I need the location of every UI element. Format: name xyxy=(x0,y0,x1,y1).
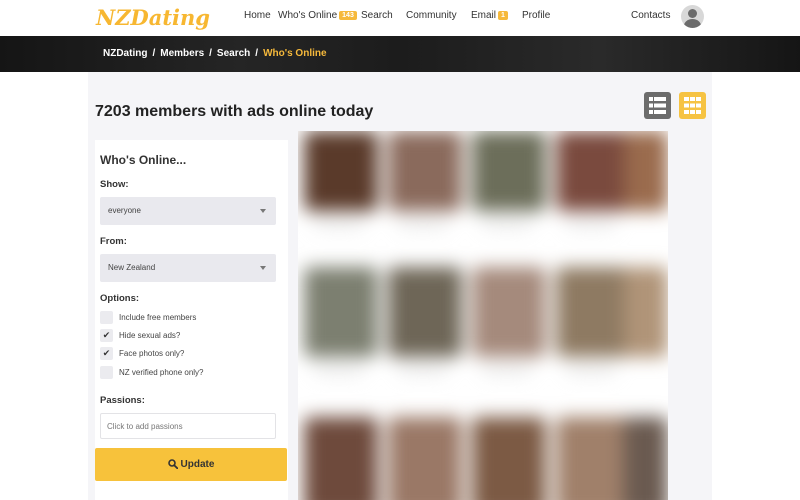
breadcrumb-item[interactable]: Members xyxy=(160,48,204,59)
member-photo[interactable] xyxy=(304,267,378,357)
member-photo[interactable] xyxy=(624,131,668,211)
checkbox-checked[interactable]: ✔ xyxy=(100,347,113,360)
member-photo[interactable] xyxy=(304,131,378,211)
checkbox[interactable] xyxy=(100,311,113,324)
update-button-label: Update xyxy=(180,459,215,470)
checkbox-checked[interactable]: ✔ xyxy=(100,329,113,342)
nav-email[interactable]: Email 1 xyxy=(471,10,508,21)
search-icon xyxy=(167,459,178,470)
member-photo[interactable] xyxy=(556,131,630,211)
member-photo[interactable] xyxy=(388,267,462,357)
member-results-grid xyxy=(298,131,668,500)
option-face-photos-only[interactable]: ✔ Face photos only? xyxy=(100,347,280,362)
member-photo[interactable] xyxy=(624,417,668,500)
breadcrumb-current: Who's Online xyxy=(263,48,327,59)
nav-whos-online[interactable]: Who's Online 143 xyxy=(278,10,357,21)
option-include-free-members[interactable]: Include free members xyxy=(100,311,280,326)
option-label: Face photos only? xyxy=(119,349,185,358)
member-photo[interactable] xyxy=(624,267,668,357)
nav-community[interactable]: Community xyxy=(406,10,457,21)
show-select-value: everyone xyxy=(108,206,141,215)
site-logo[interactable]: NZDating xyxy=(96,5,210,30)
user-avatar-icon[interactable] xyxy=(681,5,704,28)
option-nz-verified-phone[interactable]: NZ verified phone only? xyxy=(100,366,280,381)
nav-profile[interactable]: Profile xyxy=(522,10,550,21)
options-label: Options: xyxy=(100,293,140,304)
passions-input[interactable] xyxy=(101,414,275,438)
grid-view-button[interactable] xyxy=(679,92,706,119)
option-label: Hide sexual ads? xyxy=(119,331,181,340)
checkbox[interactable] xyxy=(100,366,113,379)
member-photo[interactable] xyxy=(472,131,546,211)
option-label: Include free members xyxy=(119,313,197,322)
breadcrumb-item[interactable]: Search xyxy=(217,48,250,59)
top-navbar: NZDating Home Who's Online 143 Search Com… xyxy=(0,0,800,36)
member-photo[interactable] xyxy=(388,417,462,500)
breadcrumb-item[interactable]: NZDating xyxy=(103,48,147,59)
nav-home[interactable]: Home xyxy=(244,10,271,21)
chevron-down-icon xyxy=(260,209,266,213)
from-select[interactable]: New Zealand xyxy=(100,254,276,282)
passions-field-wrapper xyxy=(100,413,276,439)
grid-view-icon xyxy=(684,97,701,114)
nav-email-label: Email xyxy=(471,10,497,21)
show-label: Show: xyxy=(100,179,129,190)
option-label: NZ verified phone only? xyxy=(119,368,204,377)
passions-label: Passions: xyxy=(100,395,145,406)
filter-title: Who's Online... xyxy=(100,153,187,167)
member-photo[interactable] xyxy=(304,417,378,500)
from-select-value: New Zealand xyxy=(108,263,156,272)
list-view-icon xyxy=(649,97,666,114)
update-button[interactable]: Update xyxy=(95,448,287,481)
member-photo[interactable] xyxy=(556,267,630,357)
show-select[interactable]: everyone xyxy=(100,197,276,225)
breadcrumb-bar: NZDating / Members / Search / Who's Online xyxy=(0,36,800,72)
nav-whos-online-label: Who's Online xyxy=(278,10,338,21)
page-title: 7203 members with ads online today xyxy=(95,103,374,120)
option-hide-sexual-ads[interactable]: ✔ Hide sexual ads? xyxy=(100,329,280,344)
member-photo[interactable] xyxy=(388,131,462,211)
member-photo[interactable] xyxy=(472,267,546,357)
chevron-down-icon xyxy=(260,266,266,270)
nav-contacts[interactable]: Contacts xyxy=(631,10,670,21)
nav-search[interactable]: Search xyxy=(361,10,393,21)
breadcrumb: NZDating / Members / Search / Who's Online xyxy=(103,48,327,59)
email-count-badge: 1 xyxy=(498,11,508,20)
member-photo[interactable] xyxy=(556,417,630,500)
from-label: From: xyxy=(100,236,127,247)
online-count-badge: 143 xyxy=(339,11,357,20)
member-photo[interactable] xyxy=(472,417,546,500)
list-view-button[interactable] xyxy=(644,92,671,119)
